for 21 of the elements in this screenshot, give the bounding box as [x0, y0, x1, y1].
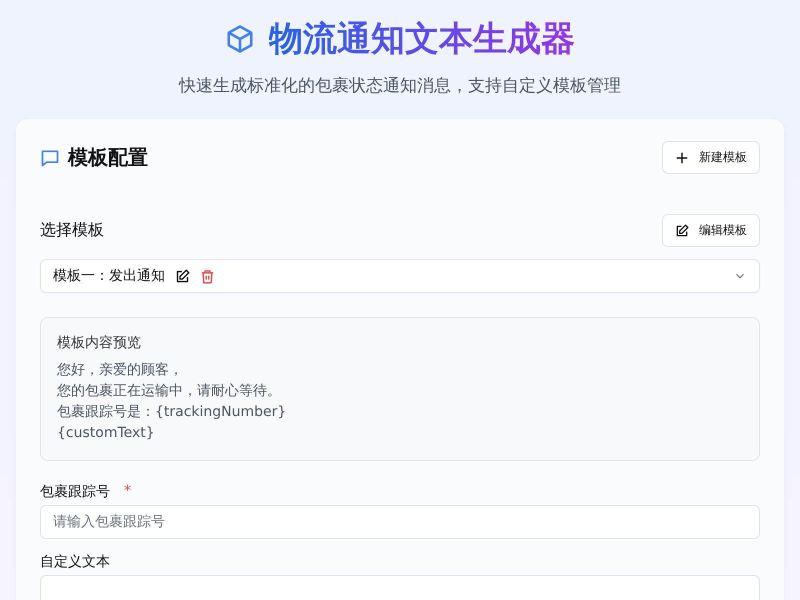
required-mark: *: [124, 483, 131, 501]
preview-line: 您的包裹正在运输中，请耐心等待。: [57, 382, 282, 401]
plus-icon: [675, 150, 689, 164]
app-subtitle: 快速生成标准化的包裹状态通知消息，支持自定义模板管理: [179, 75, 621, 97]
template-select[interactable]: 模板一：发出通知: [40, 259, 760, 293]
chat-icon: [40, 148, 60, 168]
preview-line: 您好，亲爱的顾客，: [57, 361, 184, 380]
select-label: 选择模板: [40, 220, 104, 241]
input-field[interactable]: 请输入包裹跟踪号: [40, 505, 760, 539]
preview-line: {customText}: [57, 424, 156, 443]
preview-line: 包裹跟踪号是：{trackingNumber}: [57, 403, 288, 422]
edit-icon: [675, 224, 689, 238]
edit-icon[interactable]: [175, 268, 190, 284]
field-label: 自定义文本: [40, 553, 110, 571]
new-template-button[interactable]: 新建模板: [662, 141, 760, 174]
box-icon: [225, 24, 255, 54]
card-title: 模板配置: [68, 144, 148, 171]
field-label: 包裹跟踪号: [40, 483, 110, 501]
preview-title: 模板内容预览: [57, 334, 142, 352]
edit-template-button[interactable]: 编辑模板: [662, 214, 760, 247]
trash-icon[interactable]: [200, 268, 215, 284]
